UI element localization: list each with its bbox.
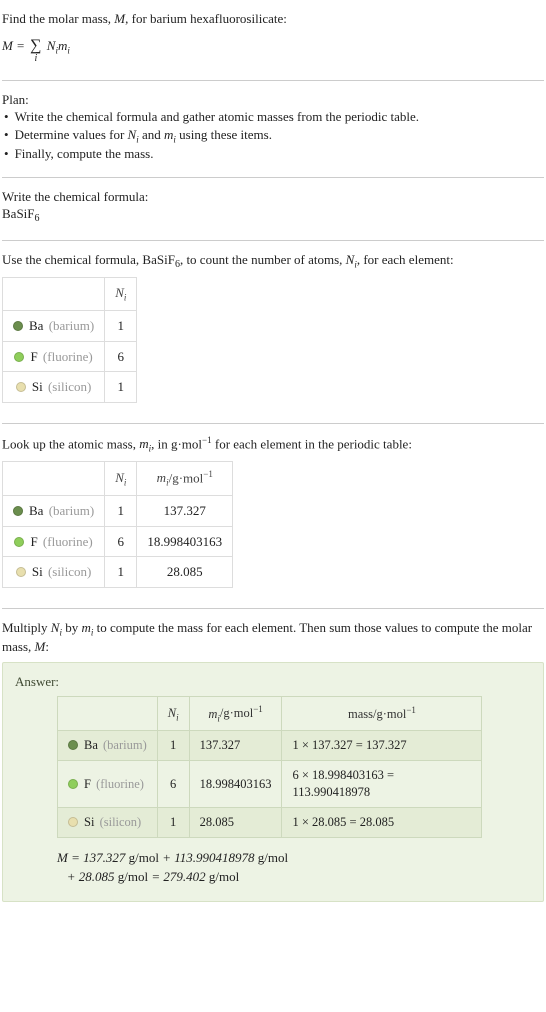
col-m: mi/g·mol−1 bbox=[137, 461, 233, 495]
divider bbox=[2, 423, 544, 424]
divider bbox=[2, 80, 544, 81]
element-dot-icon bbox=[13, 321, 23, 331]
answer-label: Answer: bbox=[15, 673, 531, 691]
col-N: Ni bbox=[105, 278, 137, 311]
answer-table: Ni mi/g·mol−1 mass/g·mol−1 Ba (barium) 1… bbox=[57, 696, 482, 837]
sigma-icon: ∑ i bbox=[30, 30, 41, 64]
formula-subscript: 6 bbox=[35, 213, 40, 224]
compute-heading: Multiply Ni by mi to compute the mass fo… bbox=[2, 619, 544, 656]
element-dot-icon bbox=[13, 506, 23, 516]
formula-section: Write the chemical formula: BaSiF6 bbox=[2, 182, 544, 236]
count-table: Ni Ba (barium) 1 F (fluorine) 6 Si (sili… bbox=[2, 277, 137, 402]
table-row: Ba (barium) 1 bbox=[3, 311, 137, 342]
plan-section: Plan: Write the chemical formula and gat… bbox=[2, 85, 544, 173]
col-N: Ni bbox=[105, 461, 137, 495]
element-dot-icon bbox=[16, 382, 26, 392]
mass-table: Ni mi/g·mol−1 Ba (barium) 1 137.327 F (f… bbox=[2, 461, 233, 588]
mass-heading: Look up the atomic mass, mi, in g·mol−1 … bbox=[2, 434, 544, 455]
table-row: F (fluorine) 6 bbox=[3, 341, 137, 372]
plan-item: Determine values for Ni and mi using the… bbox=[2, 126, 544, 146]
formula-heading: Write the chemical formula: bbox=[2, 188, 544, 206]
answer-box: Answer: Ni mi/g·mol−1 mass/g·mol−1 Ba (b… bbox=[2, 662, 544, 902]
plan-heading: Plan: bbox=[2, 91, 544, 109]
formula-text: BaSiF bbox=[2, 206, 35, 221]
final-equation: M = 137.327 g/mol + 113.990418978 g/mol … bbox=[57, 848, 511, 887]
molar-mass-formula: M = ∑ i Nimi bbox=[2, 30, 544, 64]
table-row: F (fluorine) 6 18.998403163 bbox=[3, 526, 233, 557]
element-dot-icon bbox=[68, 779, 78, 789]
divider bbox=[2, 177, 544, 178]
plan-list: Write the chemical formula and gather at… bbox=[2, 108, 544, 163]
element-dot-icon bbox=[68, 817, 78, 827]
col-N: Ni bbox=[157, 697, 189, 731]
count-heading: Use the chemical formula, BaSiF6, to cou… bbox=[2, 251, 544, 272]
mass-section: Look up the atomic mass, mi, in g·mol−1 … bbox=[2, 428, 544, 604]
plan-item: Finally, compute the mass. bbox=[2, 145, 544, 163]
divider bbox=[2, 608, 544, 609]
col-m: mi/g·mol−1 bbox=[189, 697, 282, 731]
intro-line: Find the molar mass, M, for barium hexaf… bbox=[2, 10, 544, 28]
table-row: F (fluorine) 6 18.998403163 6 × 18.99840… bbox=[58, 761, 482, 808]
intro-section: Find the molar mass, M, for barium hexaf… bbox=[2, 4, 544, 76]
table-row: Si (silicon) 1 28.085 bbox=[3, 557, 233, 588]
count-section: Use the chemical formula, BaSiF6, to cou… bbox=[2, 245, 544, 419]
table-row: Si (silicon) 1 28.085 1 × 28.085 = 28.08… bbox=[58, 807, 482, 837]
col-mass: mass/g·mol−1 bbox=[282, 697, 482, 731]
col-element bbox=[58, 697, 158, 731]
element-dot-icon bbox=[16, 567, 26, 577]
divider bbox=[2, 240, 544, 241]
element-dot-icon bbox=[14, 352, 24, 362]
plan-item: Write the chemical formula and gather at… bbox=[2, 108, 544, 126]
element-dot-icon bbox=[68, 740, 78, 750]
table-row: Si (silicon) 1 bbox=[3, 372, 137, 403]
col-element bbox=[3, 461, 105, 495]
element-dot-icon bbox=[14, 537, 24, 547]
col-element bbox=[3, 278, 105, 311]
table-row: Ba (barium) 1 137.327 bbox=[3, 495, 233, 526]
compute-section: Multiply Ni by mi to compute the mass fo… bbox=[2, 613, 544, 912]
chemical-formula: BaSiF6 bbox=[2, 205, 544, 226]
table-row: Ba (barium) 1 137.327 1 × 137.327 = 137.… bbox=[58, 731, 482, 761]
